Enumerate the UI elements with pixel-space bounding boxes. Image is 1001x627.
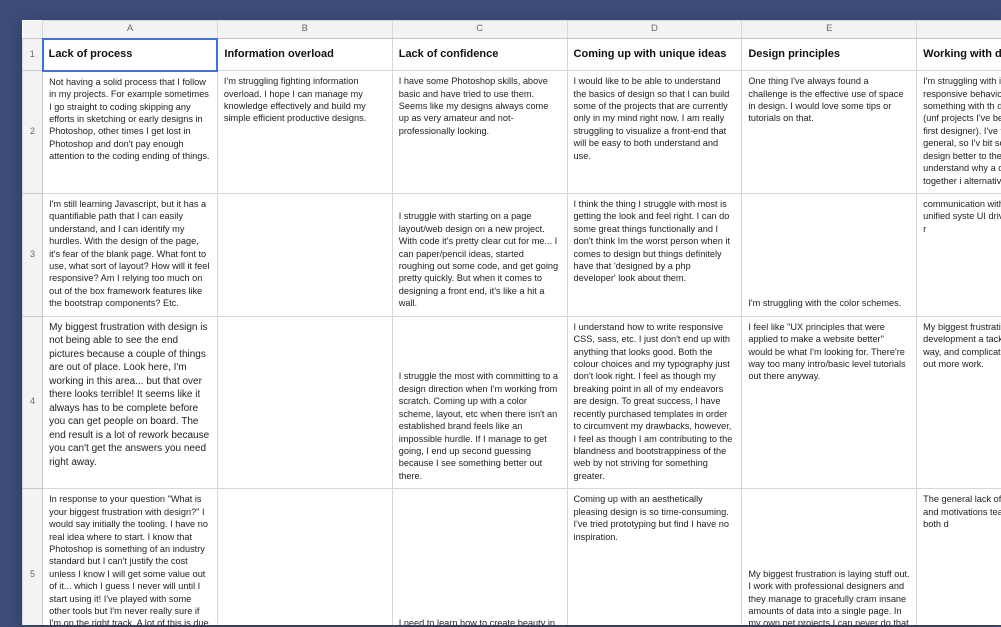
cell-a1[interactable]: Lack of process [43,39,218,71]
cell[interactable]: I struggle the most with committing to a… [392,316,567,488]
select-all-corner[interactable] [23,21,43,39]
cell[interactable]: One thing I've always found a challenge … [742,71,917,194]
row-header-5[interactable]: 5 [23,489,43,625]
cell[interactable]: My biggest frustration with design is no… [43,316,218,488]
cell[interactable] [217,193,392,316]
cell[interactable]: I'm struggling with the color schemes. [742,193,917,316]
cell[interactable]: I feel like "UX principles that were app… [742,316,917,488]
cell[interactable]: My biggest frustration with the way" of … [917,316,1001,488]
cell[interactable]: I'm struggling with impleme take respons… [917,71,1001,194]
cell[interactable]: My biggest frustration is laying stuff o… [742,489,917,625]
cell[interactable]: In response to your question "What is yo… [43,489,218,625]
table-row: 2 Not having a solid process that I foll… [23,71,1001,194]
cell[interactable]: communication with desig designs as a un… [917,193,1001,316]
row-header-2[interactable]: 2 [23,71,43,194]
cell[interactable]: Not having a solid process that I follow… [43,71,218,194]
table-row: 5 In response to your question "What is … [23,489,1001,625]
col-header-a[interactable]: A [43,21,218,39]
table-row: 1 Lack of process Information overload L… [23,39,1001,71]
col-header-f[interactable]: F [917,21,1001,39]
column-header-row: A B C D E F [23,21,1001,39]
cell[interactable]: I understand how to write responsive CSS… [567,316,742,488]
cell[interactable]: I'm still learning Javascript, but it ha… [43,193,218,316]
row-header-4[interactable]: 4 [23,316,43,488]
cell[interactable]: I would like to be able to understand th… [567,71,742,194]
cell-b1[interactable]: Information overload [217,39,392,71]
spreadsheet-viewport[interactable]: A B C D E F 1 Lack of process Informatio… [22,20,1001,625]
cell[interactable]: The general lack of transp decisions and… [917,489,1001,625]
col-header-c[interactable]: C [392,21,567,39]
cell[interactable]: I think the thing I struggle with most i… [567,193,742,316]
cell[interactable] [217,489,392,625]
row-header-1[interactable]: 1 [23,39,43,71]
col-header-e[interactable]: E [742,21,917,39]
cell-d1[interactable]: Coming up with unique ideas [567,39,742,71]
cell[interactable]: I struggle with starting on a page layou… [392,193,567,316]
cell-e1[interactable]: Design principles [742,39,917,71]
table-row: 3 I'm still learning Javascript, but it … [23,193,1001,316]
row-header-3[interactable]: 3 [23,193,43,316]
cell-f1[interactable]: Working with design [917,39,1001,71]
app-frame: A B C D E F 1 Lack of process Informatio… [0,0,1001,627]
spreadsheet-grid[interactable]: A B C D E F 1 Lack of process Informatio… [22,20,1001,625]
cell[interactable] [217,316,392,488]
col-header-d[interactable]: D [567,21,742,39]
table-row: 4 My biggest frustration with design is … [23,316,1001,488]
cell[interactable]: I have some Photoshop skills, above basi… [392,71,567,194]
cell-c1[interactable]: Lack of confidence [392,39,567,71]
cell[interactable]: Coming up with an aesthetically pleasing… [567,489,742,625]
col-header-b[interactable]: B [217,21,392,39]
cell[interactable]: I'm struggling fighting information over… [217,71,392,194]
cell[interactable]: I need to learn how to create beauty in … [392,489,567,625]
